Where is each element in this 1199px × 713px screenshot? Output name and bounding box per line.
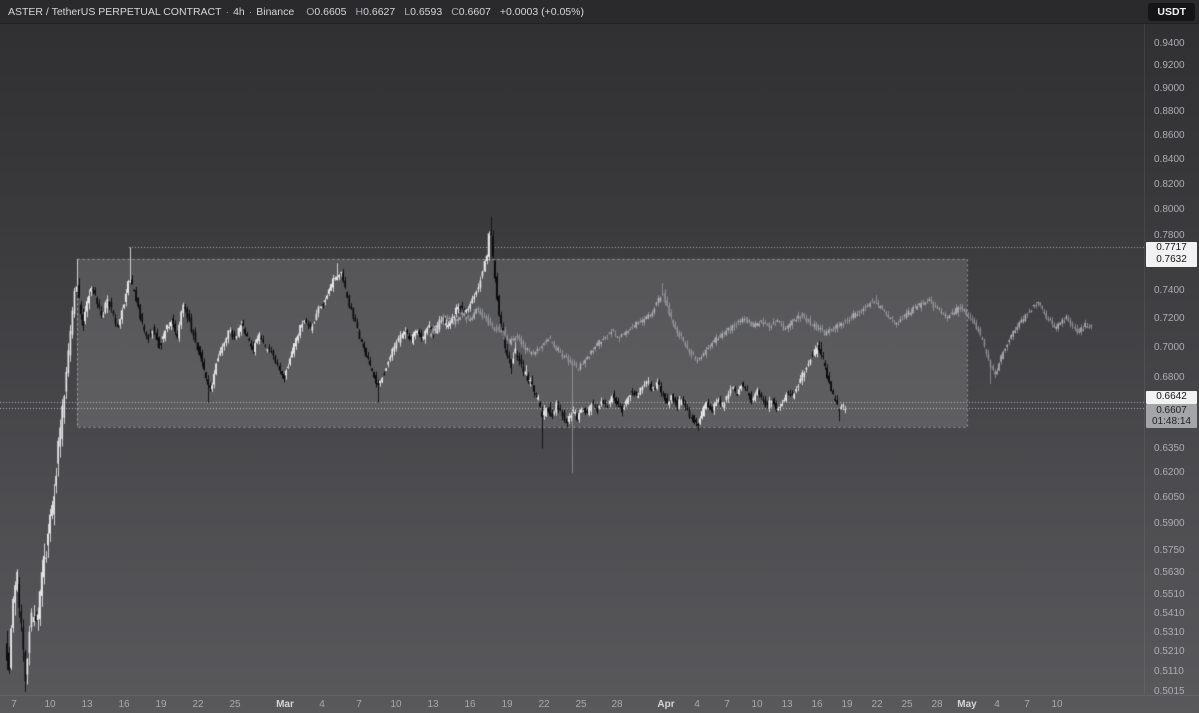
time-axis-label: 10 — [44, 699, 56, 710]
plot-area[interactable] — [0, 24, 1144, 695]
time-axis-label: 7 — [1024, 699, 1030, 710]
time-axis-label: 7 — [11, 699, 17, 710]
time-axis-label: 25 — [901, 699, 913, 710]
separator-dot: · — [248, 5, 253, 18]
currency-toggle-button[interactable]: USDT — [1148, 3, 1195, 21]
price-tick-label: 0.8400 — [1154, 154, 1185, 165]
price-tick-label: 0.5900 — [1154, 518, 1185, 529]
ohlc-item: C0.6607 — [451, 5, 491, 18]
ohlc-item: L0.6593 — [404, 5, 443, 18]
time-axis-label: 19 — [501, 699, 513, 710]
time-axis-label: 22 — [871, 699, 883, 710]
time-axis-label: 16 — [464, 699, 476, 710]
time-axis-label: 7 — [724, 699, 730, 710]
time-axis-month-label: May — [957, 699, 977, 710]
price-tick-label: 0.5750 — [1154, 545, 1185, 556]
price-tick-label: 0.9000 — [1154, 83, 1185, 94]
candlestick-canvas[interactable] — [0, 24, 1144, 695]
price-tick-label: 0.8200 — [1154, 179, 1185, 190]
price-tick-label: 0.5410 — [1154, 608, 1185, 619]
time-axis-label: 4 — [994, 699, 1000, 710]
ohlc-values: O0.6605 H0.6627 L0.6593 C0.6607 +0.0003 (+0.… — [306, 6, 593, 18]
price-tick-label: 0.8800 — [1154, 106, 1185, 117]
time-axis-label: 28 — [611, 699, 623, 710]
symbol-title[interactable]: ASTER / TetherUS PERPETUAL CONTRACT — [8, 6, 222, 18]
price-tick-label: 0.8000 — [1154, 204, 1185, 215]
trading-chart-app: ASTER / TetherUS PERPETUAL CONTRACT · 4h… — [0, 0, 1199, 713]
price-tick-label: 0.7200 — [1154, 313, 1185, 324]
price-level-label: 0.7632 — [1146, 254, 1197, 267]
time-axis-label: 10 — [390, 699, 402, 710]
price-tick-label: 0.9400 — [1154, 38, 1185, 49]
interval-label[interactable]: 4h — [233, 6, 245, 18]
time-axis-label: 28 — [931, 699, 943, 710]
price-tick-label: 0.5210 — [1154, 646, 1185, 657]
exchange-label: Binance — [256, 5, 295, 18]
time-axis-label: 4 — [694, 699, 700, 710]
time-axis-label: 16 — [811, 699, 823, 710]
price-tick-label: 0.5110 — [1154, 666, 1184, 677]
current-price-value: 0.6607 — [1156, 405, 1187, 416]
price-tick-label: 0.6200 — [1154, 467, 1185, 478]
time-axis-label: 19 — [155, 699, 167, 710]
time-axis-month-label: Apr — [657, 699, 675, 710]
price-tick-label: 0.8600 — [1154, 130, 1185, 141]
current-price-label: 0.6607 01:48:14 — [1146, 404, 1197, 428]
price-tick-label: 0.6350 — [1154, 443, 1185, 454]
price-axis[interactable]: 0.96000.94000.92000.90000.88000.86000.84… — [1144, 16, 1199, 697]
price-tick-label: 0.5630 — [1154, 567, 1185, 578]
time-axis-label: 16 — [118, 699, 130, 710]
ohlc-item: H0.6627 — [355, 5, 396, 18]
price-tick-label: 0.5310 — [1154, 627, 1185, 638]
time-axis-label: 13 — [81, 699, 93, 710]
price-tick-label: 0.7400 — [1154, 285, 1185, 296]
time-axis-label: 13 — [781, 699, 793, 710]
time-axis-month-label: Mar — [276, 699, 294, 710]
separator-dot: · — [225, 5, 230, 18]
time-axis-label: 10 — [1051, 699, 1063, 710]
time-axis-label: 25 — [229, 699, 241, 710]
chart-header: ASTER / TetherUS PERPETUAL CONTRACT · 4h… — [0, 0, 1199, 24]
time-axis-label: 4 — [319, 699, 325, 710]
time-axis-label: 10 — [751, 699, 763, 710]
time-axis-label: 25 — [575, 699, 587, 710]
time-axis-label: 13 — [427, 699, 439, 710]
price-tick-label: 0.7000 — [1154, 342, 1185, 353]
price-tick-label: 0.9200 — [1154, 60, 1185, 71]
change-value: +0.0003 (+0.05%) — [499, 5, 584, 18]
price-tick-label: 0.6050 — [1154, 492, 1185, 503]
price-tick-label: 0.7800 — [1154, 230, 1185, 241]
price-tick-label: 0.5510 — [1154, 589, 1185, 600]
time-axis-label: 22 — [538, 699, 550, 710]
time-axis-label: 7 — [356, 699, 362, 710]
price-level-label: 0.6642 — [1146, 391, 1197, 404]
time-axis-label: 22 — [192, 699, 204, 710]
price-tick-label: 0.6800 — [1154, 372, 1185, 383]
countdown-timer: 01:48:14 — [1152, 416, 1191, 427]
time-axis[interactable]: 7 10 13 16 19 22 25 Mar 4 7 10 13 16 19 22 25 28 Apr 4 7 10 1… — [0, 695, 1199, 713]
ohlc-item: O0.6605 — [306, 5, 347, 18]
time-axis-label: 19 — [841, 699, 853, 710]
